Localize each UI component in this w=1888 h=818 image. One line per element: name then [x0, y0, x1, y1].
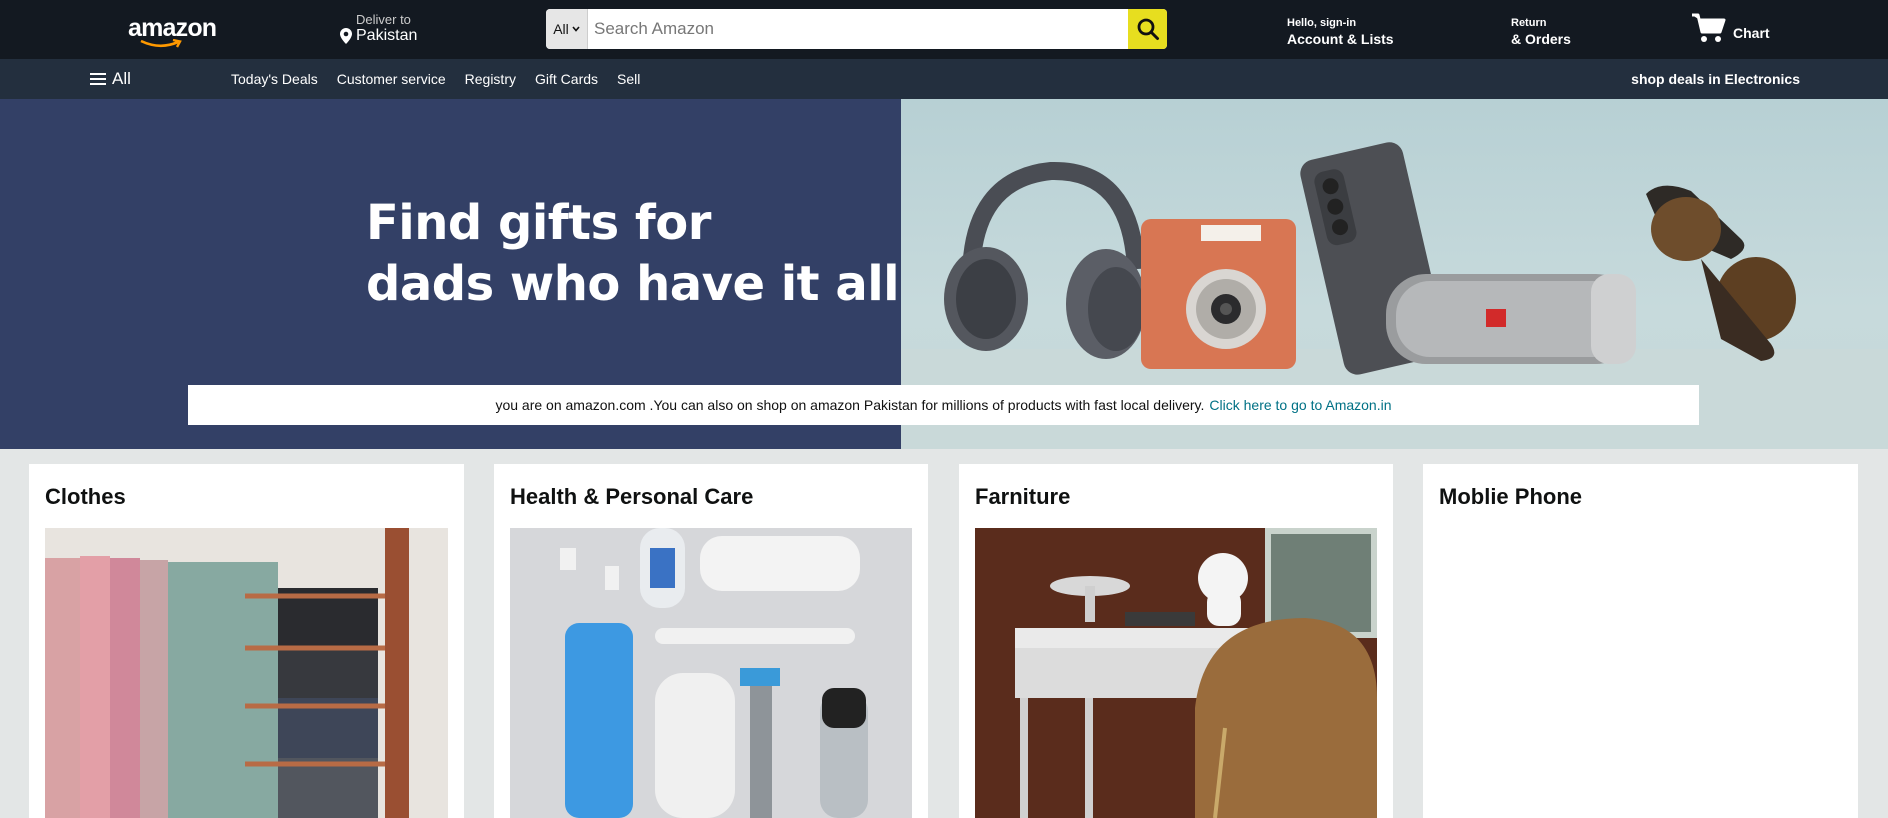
card-title: Farniture	[975, 484, 1071, 509]
cart-icon	[1692, 13, 1726, 42]
deliver-to[interactable]: Deliver to Pakistan	[340, 12, 450, 45]
category-card-health[interactable]: Health & Personal Care	[494, 464, 928, 818]
cart-button[interactable]: Chart	[1691, 12, 1770, 44]
smile-arrow-icon	[140, 39, 182, 48]
clothes-image	[45, 528, 448, 818]
search-input[interactable]	[588, 9, 1128, 49]
card-image-furniture[interactable]	[975, 528, 1378, 818]
card-title: Health & Personal Care	[510, 484, 754, 509]
subnav-links: Today's Deals Customer service Registry …	[231, 71, 640, 87]
sub-nav: All Today's Deals Customer service Regis…	[0, 59, 1888, 99]
amazon-logo[interactable]: amazon	[128, 14, 217, 48]
subnav-link-todays-deals[interactable]: Today's Deals	[231, 71, 318, 87]
furniture-image	[975, 528, 1377, 818]
search-icon	[1137, 18, 1159, 40]
notice-text: you are on amazon.com .You can also on s…	[495, 397, 1205, 413]
hero-banner[interactable]: Find gifts for dads who have it all you …	[0, 99, 1888, 449]
subnav-link-sell[interactable]: Sell	[617, 71, 640, 87]
card-title: Clothes	[45, 484, 126, 509]
card-image-clothes[interactable]	[45, 528, 448, 818]
all-menu-button[interactable]: All	[90, 69, 131, 89]
account-lists[interactable]: Hello, sign-in Account & Lists	[1287, 17, 1394, 47]
location-notice: you are on amazon.com .You can also on s…	[188, 385, 1699, 425]
search-category-select[interactable]: All	[546, 9, 588, 49]
hero-heading: Find gifts for dads who have it all	[366, 195, 900, 312]
subnav-link-registry[interactable]: Registry	[465, 71, 516, 87]
location-pin-icon	[340, 28, 352, 44]
hamburger-icon	[90, 73, 106, 85]
subnav-link-gift-cards[interactable]: Gift Cards	[535, 71, 598, 87]
category-card-mobile-phone[interactable]: Moblie Phone	[1423, 464, 1858, 818]
subnav-link-customer-service[interactable]: Customer service	[337, 71, 446, 87]
returns-orders[interactable]: Return & Orders	[1511, 17, 1571, 47]
search-button[interactable]	[1128, 9, 1167, 49]
amazon-in-link[interactable]: Click here to go to Amazon.in	[1209, 397, 1391, 413]
card-image-health[interactable]	[510, 528, 913, 818]
chevron-down-icon	[572, 26, 580, 32]
top-nav: amazon Deliver to Pakistan All Search Am…	[0, 0, 1888, 59]
health-image	[510, 528, 912, 818]
card-title: Moblie Phone	[1439, 484, 1582, 509]
category-card-furniture[interactable]: Farniture	[959, 464, 1393, 818]
electronics-deals-link[interactable]: shop deals in Electronics	[1631, 71, 1800, 87]
search-bar: All	[546, 9, 1167, 49]
deliver-location: Pakistan	[356, 27, 418, 44]
category-card-clothes[interactable]: Clothes	[29, 464, 464, 818]
